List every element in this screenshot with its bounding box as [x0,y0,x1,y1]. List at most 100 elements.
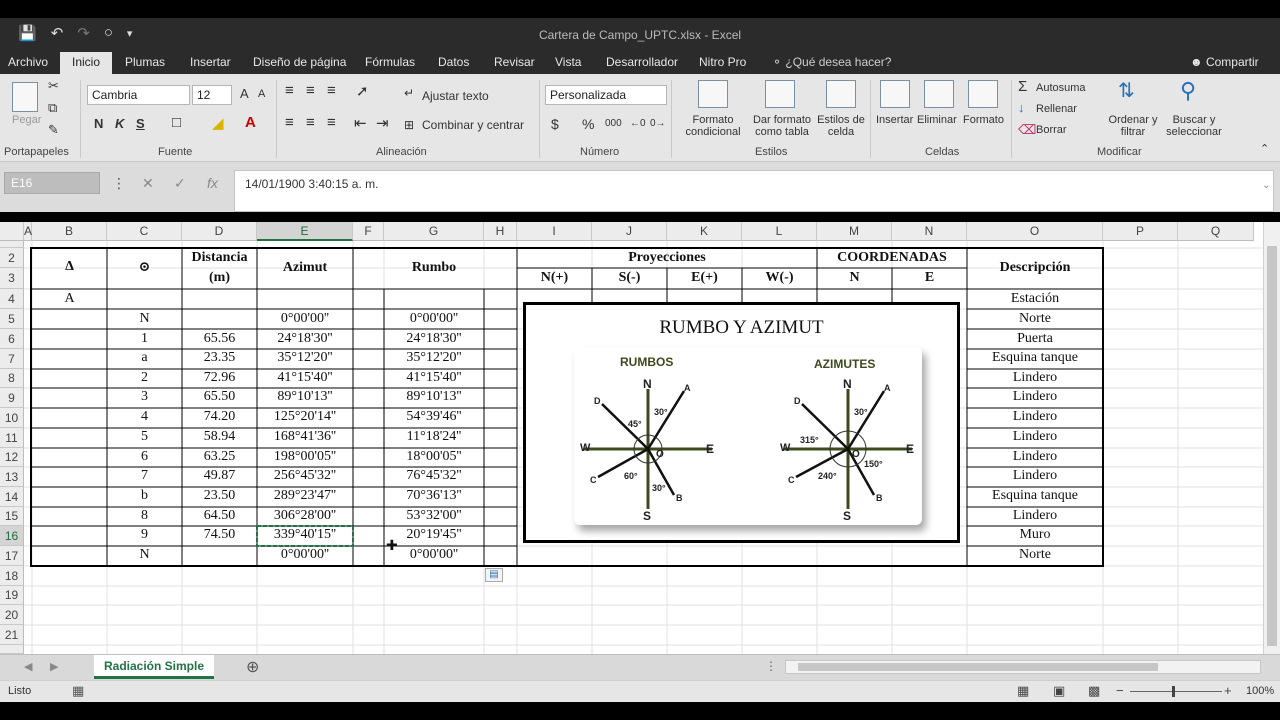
header-unit[interactable]: (m) [182,270,257,286]
table-cell[interactable]: 0°00'00'' [257,547,353,563]
format-cells-icon[interactable] [968,80,998,108]
table-cell[interactable]: 306°28'00'' [257,508,353,524]
table-cell[interactable]: 9 [107,527,182,543]
tab-archivo[interactable]: Archivo [8,55,48,69]
bold-button[interactable]: N [94,116,103,131]
table-cell[interactable]: A [32,291,107,307]
font-name-select[interactable]: Cambria [87,85,190,105]
table-cell[interactable]: a [107,350,182,366]
table-cell[interactable]: 0°00'00'' [257,311,353,327]
align-left-icon[interactable]: ≡ [285,114,294,131]
table-cell[interactable]: N [107,311,182,327]
table-cell[interactable]: N [107,547,182,563]
header-point[interactable]: ⊙ [107,259,182,276]
vertical-scroll-thumb[interactable] [1267,246,1277,646]
table-cell[interactable]: 65.50 [182,389,257,405]
fill-button[interactable]: Rellenar [1036,103,1077,115]
name-box[interactable]: E16 [4,172,100,194]
increase-font-icon[interactable]: A [240,86,249,101]
normal-view-icon[interactable]: ▦ [1017,683,1029,699]
table-cell[interactable]: 70°36'13'' [384,488,484,504]
table-cell[interactable]: 20°19'45'' [384,527,484,543]
selected-cell-e16[interactable]: 339°40'15'' [257,527,353,543]
header-s-minus[interactable]: S(-) [592,270,667,286]
table-cell[interactable]: 41°15'40'' [384,370,484,386]
table-cell[interactable]: Lindero [967,429,1103,445]
table-cell[interactable]: 89°10'13'' [384,389,484,405]
align-top-icon[interactable]: ≡ [285,82,294,99]
tab-plumas[interactable]: Plumas [125,55,165,69]
header-descripcion[interactable]: Descripción [967,260,1103,276]
number-format-select[interactable]: Personalizada [545,85,667,105]
paste-icon[interactable] [12,82,38,112]
borders-icon[interactable]: □ [172,114,181,131]
table-cell[interactable]: 1 [107,331,182,347]
table-cell[interactable]: 256°45'32'' [257,468,353,484]
table-cell[interactable]: 35°12'20'' [257,350,353,366]
table-cell[interactable]: 41°15'40'' [257,370,353,386]
tab-insertar[interactable]: Insertar [190,55,231,69]
percent-icon[interactable]: % [582,116,594,132]
zoom-in-icon[interactable]: + [1224,683,1232,698]
eraser-icon[interactable]: ⌫ [1018,122,1036,138]
table-cell[interactable]: 289°23'47'' [257,488,353,504]
header-e-plus[interactable]: E(+) [667,270,742,286]
conditional-format-button[interactable]: Formato condicional [678,114,748,138]
tab-revisar[interactable]: Revisar [494,55,535,69]
find-icon[interactable]: ⚲ [1180,78,1196,104]
horizontal-scrollbar[interactable] [785,660,1261,674]
thousands-icon[interactable]: 000 [605,118,622,129]
table-cell[interactable]: Lindero [967,409,1103,425]
cell-styles-button[interactable]: Estilos de celda [814,114,868,138]
macro-record-icon[interactable]: ▦ [72,683,84,699]
align-right-icon[interactable]: ≡ [327,114,336,131]
tab-diseno[interactable]: Diseño de página [253,55,346,69]
format-table-button[interactable]: Dar formato como tabla [747,114,817,138]
table-cell[interactable]: 168°41'36'' [257,429,353,445]
table-cell[interactable]: Lindero [967,449,1103,465]
header-azimut[interactable]: Azimut [257,260,353,276]
insert-button[interactable]: Insertar [876,114,913,126]
merge-center-button[interactable]: Combinar y centrar [422,118,524,132]
format-table-icon[interactable] [765,80,795,108]
zoom-slider-thumb[interactable] [1172,686,1175,697]
table-cell[interactable]: 23.35 [182,350,257,366]
tab-datos[interactable]: Datos [438,55,469,69]
scroll-left-icon[interactable]: ◀ [24,660,32,673]
font-size-select[interactable]: 12 [192,85,232,105]
table-cell[interactable]: 64.50 [182,508,257,524]
increase-indent-icon[interactable]: ⇥ [376,114,389,132]
delete-button[interactable]: Eliminar [917,114,957,126]
table-cell[interactable]: 65.56 [182,331,257,347]
table-cell[interactable]: b [107,488,182,504]
insert-cells-icon[interactable] [880,80,910,108]
align-center-icon[interactable]: ≡ [306,114,315,131]
decrease-indent-icon[interactable]: ⇤ [354,114,367,132]
orientation-icon[interactable]: ➚ [356,82,369,100]
autosum-icon[interactable]: Σ [1018,78,1027,95]
header-rumbo[interactable]: Rumbo [384,260,484,276]
paste-options-icon[interactable]: ▤ [485,568,503,582]
table-cell[interactable]: Lindero [967,370,1103,386]
align-middle-icon[interactable]: ≡ [306,82,315,99]
table-cell[interactable]: 74.50 [182,527,257,543]
sheet-tab-radiacion[interactable]: Radiación Simple [94,655,214,679]
conditional-format-icon[interactable] [698,80,728,108]
collapse-ribbon-icon[interactable]: ⌃ [1260,142,1269,155]
table-cell[interactable]: 2 [107,370,182,386]
table-cell[interactable]: 24°18'30'' [257,331,353,347]
table-cell[interactable]: 24°18'30'' [384,331,484,347]
merge-icon[interactable]: ⊞ [404,118,414,132]
format-button[interactable]: Formato [963,114,1004,126]
table-cell[interactable]: 53°32'00'' [384,508,484,524]
autosum-button[interactable]: Autosuma [1036,82,1086,94]
header-w-minus[interactable]: W(-) [742,270,817,286]
increase-decimal-icon[interactable]: ←0 [630,118,646,129]
wrap-text-icon[interactable]: ↵ [404,86,414,100]
cell-styles-icon[interactable] [826,80,856,108]
embedded-image[interactable]: RUMBO Y AZIMUT RUMBOS AZIMUTES N S W E O… [523,302,960,543]
tell-me-search[interactable]: ⚬ ¿Qué desea hacer? [772,55,891,69]
expand-formula-icon[interactable]: ⌄ [1262,180,1270,191]
tab-vista[interactable]: Vista [555,55,581,69]
copy-icon[interactable]: ⧉ [48,100,57,116]
